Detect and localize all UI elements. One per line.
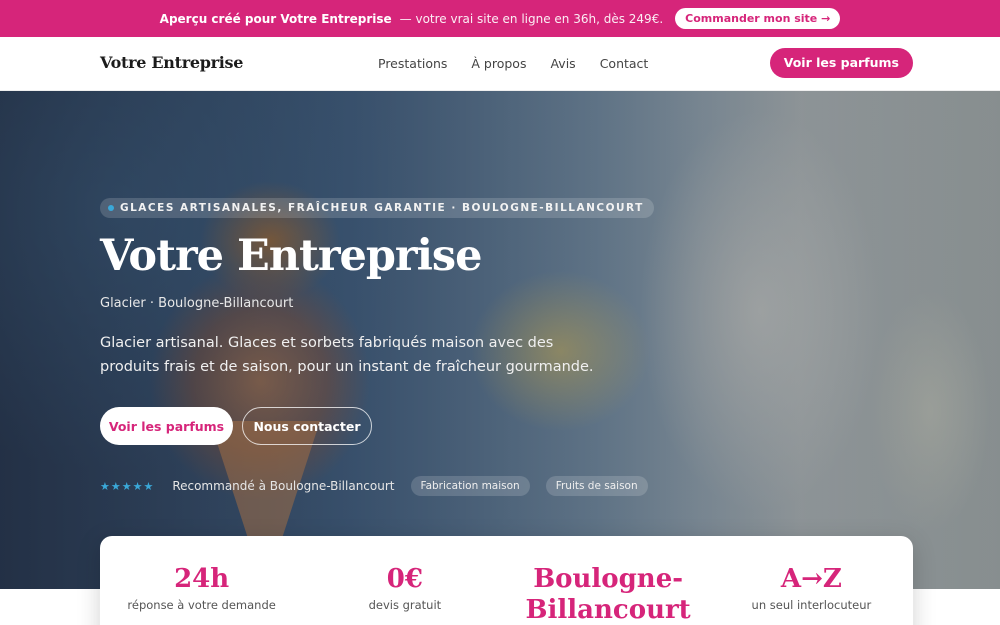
- hero-eyebrow-text: GLACES ARTISANALES, FRAÎCHEUR GARANTIE ·…: [120, 202, 644, 214]
- tag-fabrication-maison: Fabrication maison: [410, 476, 530, 496]
- stat-value: A→Z: [780, 564, 842, 594]
- stat-single-contact: A→Z un seul interlocuteur: [710, 536, 913, 625]
- view-flavors-button[interactable]: Voir les parfums: [100, 407, 233, 445]
- hero-title: Votre Entreprise: [100, 231, 482, 281]
- contact-us-button[interactable]: Nous contacter: [242, 407, 372, 445]
- stat-value: Boulogne-Billancourt: [525, 564, 691, 625]
- stat-label: réponse à votre demande: [127, 598, 276, 612]
- hero-content: GLACES ARTISANALES, FRAÎCHEUR GARANTIE ·…: [100, 91, 700, 589]
- tag-fruits-de-saison: Fruits de saison: [545, 476, 648, 496]
- nav-link-a-propos[interactable]: À propos: [471, 56, 526, 71]
- stat-label: devis gratuit: [368, 598, 442, 612]
- hero-description: Glacier artisanal. Glaces et sorbets fab…: [100, 335, 594, 375]
- stat-response-time: 24h réponse à votre demande: [100, 536, 303, 625]
- stat-value: 0€: [386, 564, 423, 594]
- trust-row: ★★★★★ Recommandé à Boulogne-Billancourt …: [100, 476, 648, 496]
- nav-link-avis[interactable]: Avis: [550, 56, 575, 71]
- rating-text: Recommandé à Boulogne-Billancourt: [172, 479, 395, 493]
- promo-title: Aperçu créé pour Votre Entreprise: [159, 11, 392, 26]
- nav-link-contact[interactable]: Contact: [600, 56, 649, 71]
- stat-value: 24h: [174, 564, 230, 594]
- hero-eyebrow-badge: GLACES ARTISANALES, FRAÎCHEUR GARANTIE ·…: [100, 198, 654, 218]
- nav-link-prestations[interactable]: Prestations: [378, 56, 447, 71]
- stats-card: 24h réponse à votre demande 0€ devis gra…: [100, 536, 913, 625]
- header-flavors-button[interactable]: Voir les parfums: [769, 48, 913, 78]
- stat-label: un seul interlocuteur: [751, 598, 872, 612]
- star-rating-icon: ★★★★★: [100, 479, 155, 493]
- promo-banner: Aperçu créé pour Votre Entreprise — votr…: [0, 0, 1000, 37]
- hero-subtitle: Glacier · Boulogne-Billancourt: [100, 296, 294, 311]
- stat-free-quote: 0€ devis gratuit: [303, 536, 506, 625]
- dot-icon: [108, 205, 114, 211]
- promo-text: — votre vrai site en ligne en 36h, dès 2…: [399, 11, 664, 26]
- order-site-button[interactable]: Commander mon site →: [675, 8, 841, 29]
- hero-section: GLACES ARTISANALES, FRAÎCHEUR GARANTIE ·…: [0, 91, 1000, 589]
- stat-location: Boulogne-Billancourt: [507, 536, 710, 625]
- main-nav: Prestations À propos Avis Contact: [378, 56, 648, 71]
- site-header: Votre Entreprise Prestations À propos Av…: [0, 37, 1000, 91]
- brand-logo[interactable]: Votre Entreprise: [100, 53, 243, 72]
